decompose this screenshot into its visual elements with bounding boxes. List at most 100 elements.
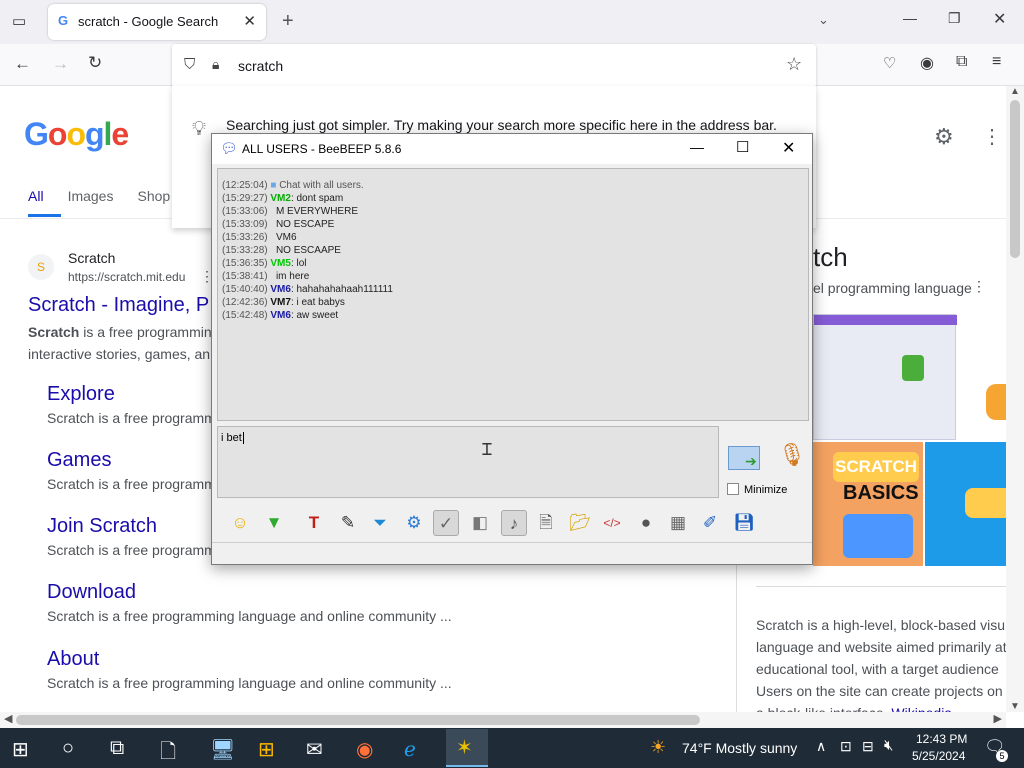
message-text: NO ESCAAPE <box>275 245 341 256</box>
minimize-window-icon[interactable]: — <box>903 10 917 26</box>
more-options-icon[interactable]: ⋮ <box>972 278 986 295</box>
beebeep-taskbar-button[interactable]: ✶ <box>446 729 488 767</box>
horizontal-scrollbar[interactable]: ◀ ▶ <box>0 712 1006 728</box>
color-icon[interactable]: ▼ <box>261 510 287 536</box>
message-timestamp: (15:33:26) <box>222 232 268 243</box>
chat-history[interactable]: (12:25:04) ■ Chat with all users. (15:29:… <box>217 168 809 421</box>
bookmark-star-icon[interactable]: ☆ <box>786 54 802 75</box>
tab-list-icon[interactable]: ▭ <box>12 12 26 30</box>
beebeep-titlebar[interactable]: 💬︎ ALL USERS - BeeBEEP 5.8.6 — ☐ ✕ <box>212 134 812 164</box>
scratch-editor-image[interactable] <box>813 314 957 440</box>
sublink-about[interactable]: About <box>47 648 99 671</box>
scratch-promo-image[interactable] <box>925 442 1006 566</box>
font-icon[interactable]: T <box>301 510 327 536</box>
message-user[interactable]: VM7 <box>270 297 291 308</box>
address-bar[interactable]: ⛉ 🔒︎ scratch ☆ <box>172 44 816 88</box>
task-view-icon[interactable]: ⧉ <box>110 737 124 760</box>
tray-chevron-icon[interactable]: ∧ <box>816 738 826 755</box>
message-text: M EVERYWHERE <box>275 206 358 217</box>
shield-icon[interactable]: ⛉ <box>184 56 195 73</box>
clock-time[interactable]: 12:43 PM <box>916 732 967 746</box>
microphone-icon[interactable]: 🎙︎ <box>778 442 806 468</box>
message-timestamp: (15:38:41) <box>222 271 268 282</box>
send-file-icon[interactable]: ➔ <box>728 446 760 470</box>
brush-icon[interactable]: ✎ <box>335 510 361 536</box>
mail-icon[interactable]: ✉ <box>306 737 323 762</box>
scratch-logo-text: SCRATCH <box>833 452 919 482</box>
suggestion-text: Searching just got simpler. Try making y… <box>226 117 777 133</box>
tab-images[interactable]: Images <box>68 188 114 204</box>
sublink-join-scratch[interactable]: Join Scratch <box>47 515 157 538</box>
volume-muted-icon[interactable]: 🔇︎ <box>884 737 893 754</box>
firefox-icon[interactable]: ◉ <box>356 737 373 762</box>
text-style-icon[interactable]: ◧ <box>467 510 493 536</box>
forward-icon[interactable]: → <box>52 54 69 74</box>
message-user[interactable]: VM2 <box>270 193 291 204</box>
tray-app-icon[interactable]: ⊡ <box>840 738 852 755</box>
terminal-icon[interactable]: 🖥︎ <box>210 737 235 762</box>
browser-tab[interactable]: G scratch - Google Search ✕ <box>48 4 266 40</box>
beebeep-window[interactable]: 💬︎ ALL USERS - BeeBEEP 5.8.6 — ☐ ✕ (12:2… <box>211 133 813 565</box>
store-icon[interactable]: ⊞ <box>258 737 275 762</box>
windows-start-icon[interactable]: ⊞ <box>12 737 29 762</box>
weather-text[interactable]: 74°F Mostly sunny <box>682 740 797 756</box>
url-text[interactable]: scratch <box>238 58 283 74</box>
filter-icon[interactable]: ⏷ <box>367 510 393 536</box>
calendar-icon[interactable]: ▦ <box>665 510 691 536</box>
message-user[interactable]: VM6 <box>270 310 291 321</box>
message-timestamp: (15:33:06) <box>222 206 268 217</box>
tab-title: scratch - Google Search <box>78 14 219 29</box>
back-icon[interactable]: ← <box>14 54 31 74</box>
file-icon[interactable]: 🗋︎ <box>160 737 176 768</box>
settings-gear-icon[interactable]: ⚙ <box>934 124 954 150</box>
weather-icon[interactable]: ☀ <box>650 737 666 758</box>
pocket-icon[interactable]: ♡ <box>883 54 896 72</box>
folder-icon[interactable]: 📂︎ <box>567 510 593 536</box>
close-window-icon[interactable]: ✕ <box>993 9 1006 29</box>
knowledge-subtitle: el programming language <box>813 280 972 296</box>
chevron-down-icon[interactable]: ⌄ <box>818 12 829 28</box>
save-icon[interactable]: 💾︎ <box>731 510 757 536</box>
chat-message: (15:33:06) M EVERYWHERE <box>222 205 808 218</box>
maximize-icon[interactable]: ☐ <box>736 138 749 156</box>
search-icon[interactable]: ○ <box>62 737 74 760</box>
settings-icon[interactable]: ⚙ <box>401 510 427 536</box>
document-icon[interactable]: 🗎︎ <box>533 510 559 536</box>
tab-shopping[interactable]: Shop <box>137 188 170 204</box>
note-icon[interactable]: ♪ <box>501 510 527 536</box>
reload-icon[interactable]: ↻ <box>88 53 102 73</box>
formatting-toolbar: ☺ ▼ T ✎ ⏷ ⚙ ✓ ◧ ♪ 🗎︎ 📂︎ </> ● ▦ ✐ 💾︎ <box>217 506 807 540</box>
network-icon[interactable]: ⊟ <box>862 738 874 755</box>
clock-date[interactable]: 5/25/2024 <box>912 749 965 763</box>
message-user[interactable]: VM5 <box>270 258 291 269</box>
vertical-scrollbar[interactable]: ▲ ▼ <box>1006 86 1024 712</box>
minimize-checkbox[interactable] <box>727 483 739 495</box>
message-user[interactable]: VM6 <box>270 284 291 295</box>
scratch-basics-image[interactable]: SCRATCH BASICS <box>813 442 923 566</box>
lock-icon[interactable]: 🔒︎ <box>212 56 219 73</box>
tab-all[interactable]: All <box>28 188 44 204</box>
new-tab-icon[interactable]: + <box>282 10 294 33</box>
message-timestamp: (15:42:48) <box>222 310 268 321</box>
menu-icon[interactable]: ≡ <box>992 53 1001 71</box>
status-bar <box>212 542 812 564</box>
minimize-icon[interactable]: — <box>690 139 704 155</box>
google-logo[interactable]: Google <box>24 116 129 153</box>
sublink-download[interactable]: Download <box>47 581 136 604</box>
edge-icon[interactable]: ℯ <box>404 737 416 762</box>
code-icon[interactable]: </> <box>599 510 625 536</box>
spellcheck-icon[interactable]: ✓ <box>433 510 459 536</box>
extensions-icon[interactable]: ⧉ <box>956 53 967 71</box>
sublink-games[interactable]: Games <box>47 449 111 472</box>
emoticon-icon[interactable]: ☺ <box>227 510 253 536</box>
edit-icon[interactable]: ✐ <box>697 510 723 536</box>
restore-window-icon[interactable]: ❐ <box>948 10 961 27</box>
sublink-explore[interactable]: Explore <box>47 383 115 406</box>
close-icon[interactable]: ✕ <box>782 138 795 158</box>
close-tab-icon[interactable]: ✕ <box>243 12 256 30</box>
scratch-cat-image[interactable] <box>958 314 1006 440</box>
record-icon[interactable]: ● <box>633 510 659 536</box>
account-icon[interactable]: ◉ <box>920 53 934 73</box>
message-input[interactable]: i bet <box>217 426 719 498</box>
result-title-link[interactable]: Scratch - Imagine, P <box>28 294 209 317</box>
